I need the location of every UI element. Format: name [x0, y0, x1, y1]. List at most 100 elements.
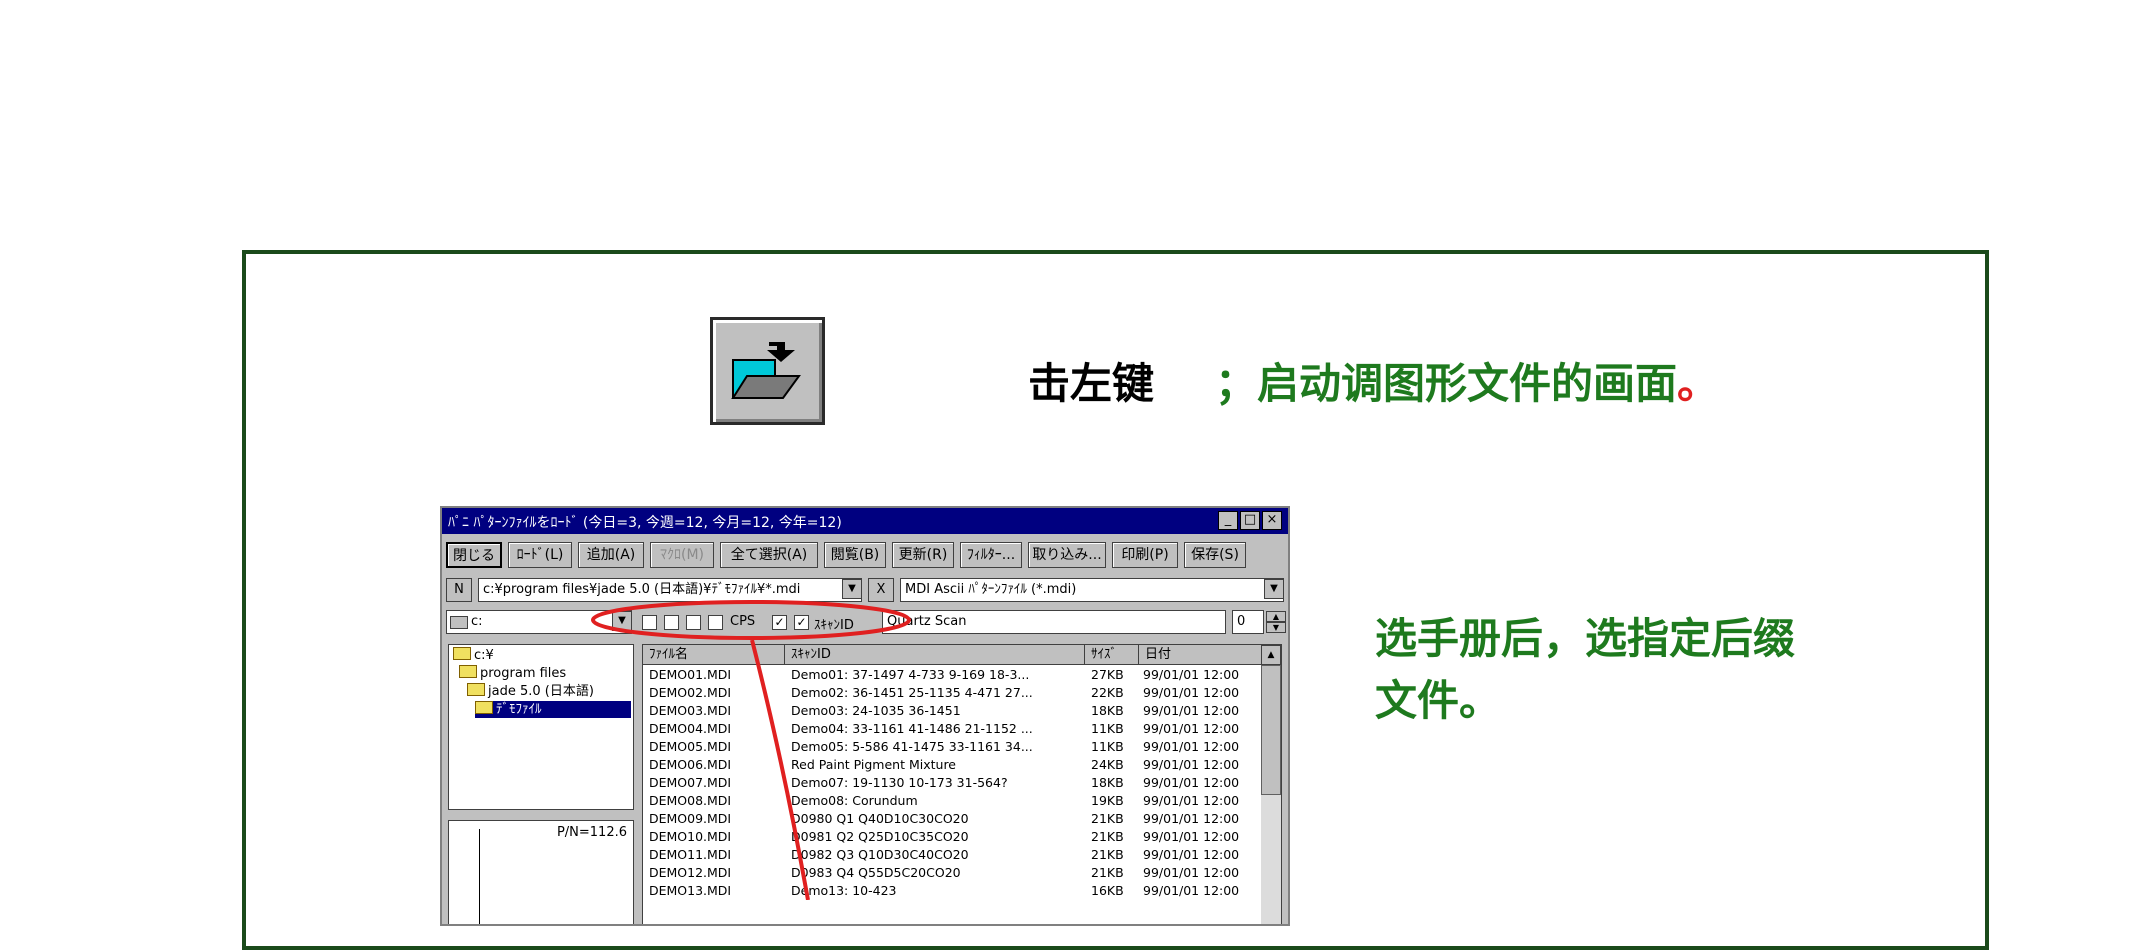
cell-scan-id: Demo05: 5-586 41-1475 33-1161 34... — [791, 739, 1033, 754]
cell-date: 99/01/01 12:00 — [1143, 883, 1240, 898]
caption-description: ；启动调图形文件的画面。 — [1215, 350, 1719, 411]
cell-scan-id: Demo02: 36-1451 25-1135 4-471 27... — [791, 685, 1033, 700]
tree-node-demo-files[interactable]: ﾃﾞﾓﾌｧｲﾙ — [475, 701, 631, 718]
column-header-date[interactable]: 日付 — [1139, 645, 1263, 665]
add-button[interactable]: 追加(A) — [578, 542, 644, 568]
cell-date: 99/01/01 12:00 — [1143, 757, 1240, 772]
tree-node-root[interactable]: c:¥ — [453, 647, 494, 664]
cell-size: 21KB — [1091, 865, 1124, 880]
tree-node-label: ﾃﾞﾓﾌｧｲﾙ — [496, 702, 542, 717]
cell-date: 99/01/01 12:00 — [1143, 847, 1240, 862]
option-checkbox-1[interactable] — [642, 615, 657, 630]
tree-node-label: jade 5.0 (日本語) — [488, 684, 594, 699]
table-row[interactable]: DEMO03.MDI Demo03: 24-1035 36-1451 18KB 99/… — [643, 702, 1263, 720]
cell-scan-id: Red Paint Pigment Mixture — [791, 757, 956, 772]
table-row[interactable]: DEMO06.MDI Red Paint Pigment Mixture 24KB 9… — [643, 756, 1263, 774]
table-row[interactable]: DEMO04.MDI Demo04: 33-1161 41-1486 21-115… — [643, 720, 1263, 738]
column-header-scan-id[interactable]: ｽｷｬﾝID — [785, 645, 1085, 665]
filter-button[interactable]: ﾌｨﾙﾀｰ... — [960, 542, 1022, 568]
tree-node-program-files[interactable]: program files — [459, 665, 566, 682]
drive-dropdown-icon[interactable]: ▼ — [612, 611, 632, 631]
cell-scan-id: D0982 Q3 Q10D30C40CO20 — [791, 847, 969, 862]
cell-date: 99/01/01 12:00 — [1143, 667, 1240, 682]
table-row[interactable]: DEMO09.MDI D0980 Q1 Q40D10C30CO20 21KB 99/0… — [643, 810, 1263, 828]
table-row[interactable]: DEMO13.MDI Demo13: 10-423 16KB 99/01/01 12:… — [643, 882, 1263, 900]
cell-date: 99/01/01 12:00 — [1143, 685, 1240, 700]
table-row[interactable]: DEMO08.MDI Demo08: Corundum 19KB 99/01/01 1… — [643, 792, 1263, 810]
note-line-2: 文件。 — [1375, 676, 1502, 725]
cell-scan-id: Demo03: 24-1035 36-1451 — [791, 703, 961, 718]
refresh-button[interactable]: 更新(R) — [892, 542, 954, 568]
table-row[interactable]: DEMO10.MDI D0981 Q2 Q25D10C35CO20 21KB 99/0… — [643, 828, 1263, 846]
cell-filename: DEMO06.MDI — [649, 757, 732, 772]
n-button[interactable]: N — [446, 578, 472, 602]
cell-scan-id: D0981 Q2 Q25D10C35CO20 — [791, 829, 969, 844]
cps-label: CPS — [730, 614, 756, 629]
tree-node-jade[interactable]: jade 5.0 (日本語) — [467, 683, 594, 700]
file-type-dropdown-icon[interactable]: ▼ — [1264, 579, 1284, 599]
path-field[interactable]: c:¥program files¥jade 5.0 (日本語)¥ﾃﾞﾓﾌｧｲﾙ¥… — [478, 578, 862, 602]
column-header-filename[interactable]: ﾌｧｲﾙ名 — [643, 645, 785, 665]
preview-axis — [479, 829, 480, 924]
options-row: c: ▼ CPS ✓ ✓ ｽｷｬﾝID Quartz Scan 0 ▲ ▼ — [446, 610, 1288, 636]
scroll-thumb[interactable] — [1261, 665, 1281, 795]
browse-button[interactable]: 閲覧(B) — [824, 542, 886, 568]
maximize-button[interactable]: □ — [1240, 511, 1260, 530]
scan-id-input[interactable]: Quartz Scan — [882, 610, 1226, 634]
open-folder-button[interactable] — [710, 317, 825, 425]
tree-node-label: c:¥ — [474, 648, 494, 663]
folder-icon — [459, 665, 477, 678]
load-button[interactable]: ﾛｰﾄﾞ(L) — [508, 542, 572, 568]
table-row[interactable]: DEMO01.MDI Demo01: 37-1497 4-733 9-169 18… — [643, 666, 1263, 684]
option-checkbox-2[interactable] — [664, 615, 679, 630]
open-folder-icon — [731, 342, 801, 399]
cell-filename: DEMO10.MDI — [649, 829, 732, 844]
cell-filename: DEMO02.MDI — [649, 685, 732, 700]
open-folder-icon — [475, 701, 493, 714]
cell-date: 99/01/01 12:00 — [1143, 775, 1240, 790]
load-pattern-dialog: ﾊﾟﾆ ﾊﾟﾀｰﾝﾌｧｲﾙをﾛｰﾄﾞ (今日=3, 今週=12, 今月=12, … — [440, 506, 1290, 926]
cell-filename: DEMO11.MDI — [649, 847, 732, 862]
cell-filename: DEMO07.MDI — [649, 775, 732, 790]
path-row: N c:¥program files¥jade 5.0 (日本語)¥ﾃﾞﾓﾌｧｲ… — [446, 578, 1288, 604]
cell-scan-id: Demo04: 33-1161 41-1486 21-1152 ... — [791, 721, 1033, 736]
cell-scan-id: D0983 Q4 Q55D5C20CO20 — [791, 865, 961, 880]
caption-action: 击左键 — [1028, 359, 1155, 408]
cell-filename: DEMO01.MDI — [649, 667, 732, 682]
path-dropdown-icon[interactable]: ▼ — [842, 579, 862, 599]
table-row[interactable]: DEMO07.MDI Demo07: 19-1130 10-173 31-564?… — [643, 774, 1263, 792]
option-checkbox-3[interactable] — [686, 615, 701, 630]
import-button[interactable]: 取り込み... — [1028, 542, 1106, 568]
print-button[interactable]: 印刷(P) — [1112, 542, 1178, 568]
scan-id-checkbox[interactable]: ✓ — [794, 615, 809, 630]
caption-description-text: ；启动调图形文件的画面 — [1215, 359, 1678, 408]
spin-down-icon[interactable]: ▼ — [1266, 622, 1286, 633]
table-row[interactable]: DEMO12.MDI D0983 Q4 Q55D5C20CO20 21KB 99/01… — [643, 864, 1263, 882]
select-all-button[interactable]: 全て選択(A) — [720, 542, 818, 568]
close-icon[interactable]: × — [1262, 511, 1282, 530]
file-type-select[interactable]: MDI Ascii ﾊﾟﾀｰﾝﾌｧｲﾙ (*.mdi) — [900, 578, 1284, 602]
pattern-preview: P/N=112.6 — [448, 820, 634, 924]
cps-checkbox[interactable]: ✓ — [772, 615, 787, 630]
macro-button[interactable]: ﾏｸﾛ(M) — [650, 542, 714, 568]
caption-end-mark: 。 — [1677, 359, 1720, 408]
table-row[interactable]: DEMO11.MDI D0982 Q3 Q10D30C40CO20 21KB 99/0… — [643, 846, 1263, 864]
scan-id-label: ｽｷｬﾝID — [814, 618, 854, 633]
spin-up-icon[interactable]: ▲ — [1266, 611, 1286, 622]
close-button[interactable]: 閉じる — [446, 542, 502, 568]
file-list-scrollbar[interactable]: ▲ — [1261, 645, 1281, 924]
column-header-size[interactable]: ｻｲｽﾞ — [1085, 645, 1139, 665]
scroll-up-icon[interactable]: ▲ — [1261, 645, 1281, 665]
cell-scan-id: Demo08: Corundum — [791, 793, 918, 808]
option-checkbox-4[interactable] — [708, 615, 723, 630]
drive-select[interactable]: c: — [446, 610, 632, 634]
table-row[interactable]: DEMO02.MDI Demo02: 36-1451 25-1135 4-471 … — [643, 684, 1263, 702]
cell-filename: DEMO13.MDI — [649, 883, 732, 898]
save-button[interactable]: 保存(S) — [1184, 542, 1246, 568]
table-row[interactable]: DEMO05.MDI Demo05: 5-586 41-1475 33-1161 … — [643, 738, 1263, 756]
x-button[interactable]: X — [868, 578, 894, 602]
cell-size: 24KB — [1091, 757, 1124, 772]
folder-tree: c:¥ program files jade 5.0 (日本語) ﾃﾞﾓﾌｧｲﾙ — [448, 644, 634, 810]
minimize-button[interactable]: _ — [1218, 511, 1238, 530]
spin-input[interactable]: 0 — [1232, 610, 1264, 634]
